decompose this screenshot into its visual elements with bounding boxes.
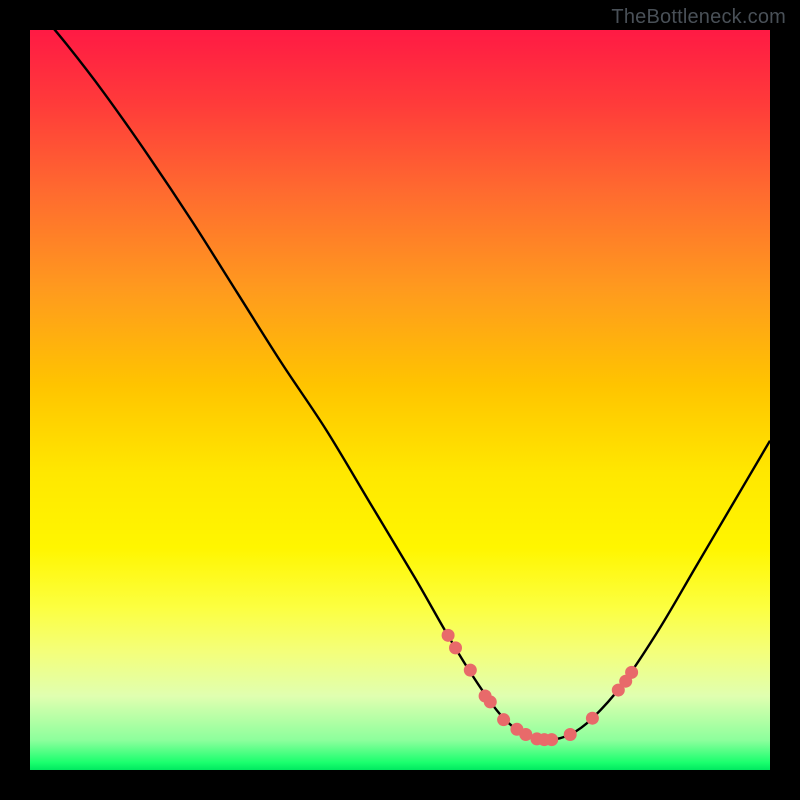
marker-dot — [449, 641, 462, 654]
marker-dot — [586, 712, 599, 725]
marker-dot — [497, 713, 510, 726]
watermark-text: TheBottleneck.com — [611, 6, 786, 29]
marker-dot — [625, 666, 638, 679]
curve-svg — [30, 30, 770, 770]
bottleneck-curve — [30, 0, 770, 740]
chart-frame: TheBottleneck.com — [0, 0, 800, 800]
plot-area — [30, 30, 770, 770]
marker-dot — [464, 664, 477, 677]
marker-dot — [484, 695, 497, 708]
marker-dot — [442, 629, 455, 642]
marker-dot — [545, 733, 558, 746]
marker-dot — [564, 728, 577, 741]
marker-dot — [519, 728, 532, 741]
highlight-points — [442, 629, 639, 746]
